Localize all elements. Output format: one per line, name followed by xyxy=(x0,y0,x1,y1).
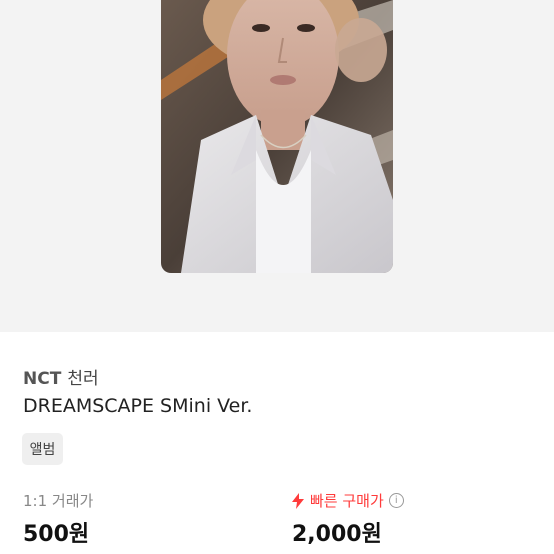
member-name: 천러 xyxy=(67,369,99,389)
fast-buy-price: 2,000원 xyxy=(292,522,382,547)
fast-buy-price-label: 빠른 구매가 i xyxy=(292,490,404,511)
product-title: DREAMSCAPE SMini Ver. xyxy=(23,395,253,417)
lightning-icon xyxy=(292,492,304,509)
one-to-one-label-text: 1:1 거래가 xyxy=(23,492,94,510)
artist-label: NCT xyxy=(23,369,62,389)
product-image-area xyxy=(0,0,554,332)
photocard-image[interactable] xyxy=(161,0,393,273)
info-icon[interactable]: i xyxy=(388,493,404,508)
product-info: NCT 천러 DREAMSCAPE SMini Ver. 앨범 1:1 거래가 5… xyxy=(0,332,554,554)
one-to-one-price-label: 1:1 거래가 xyxy=(23,490,93,511)
artist-name[interactable]: NCT 천러 xyxy=(23,364,99,389)
fast-buy-label-text: 빠른 구매가 xyxy=(310,492,384,510)
category-tag[interactable]: 앨범 xyxy=(22,433,63,465)
one-to-one-price: 500원 xyxy=(23,522,90,547)
